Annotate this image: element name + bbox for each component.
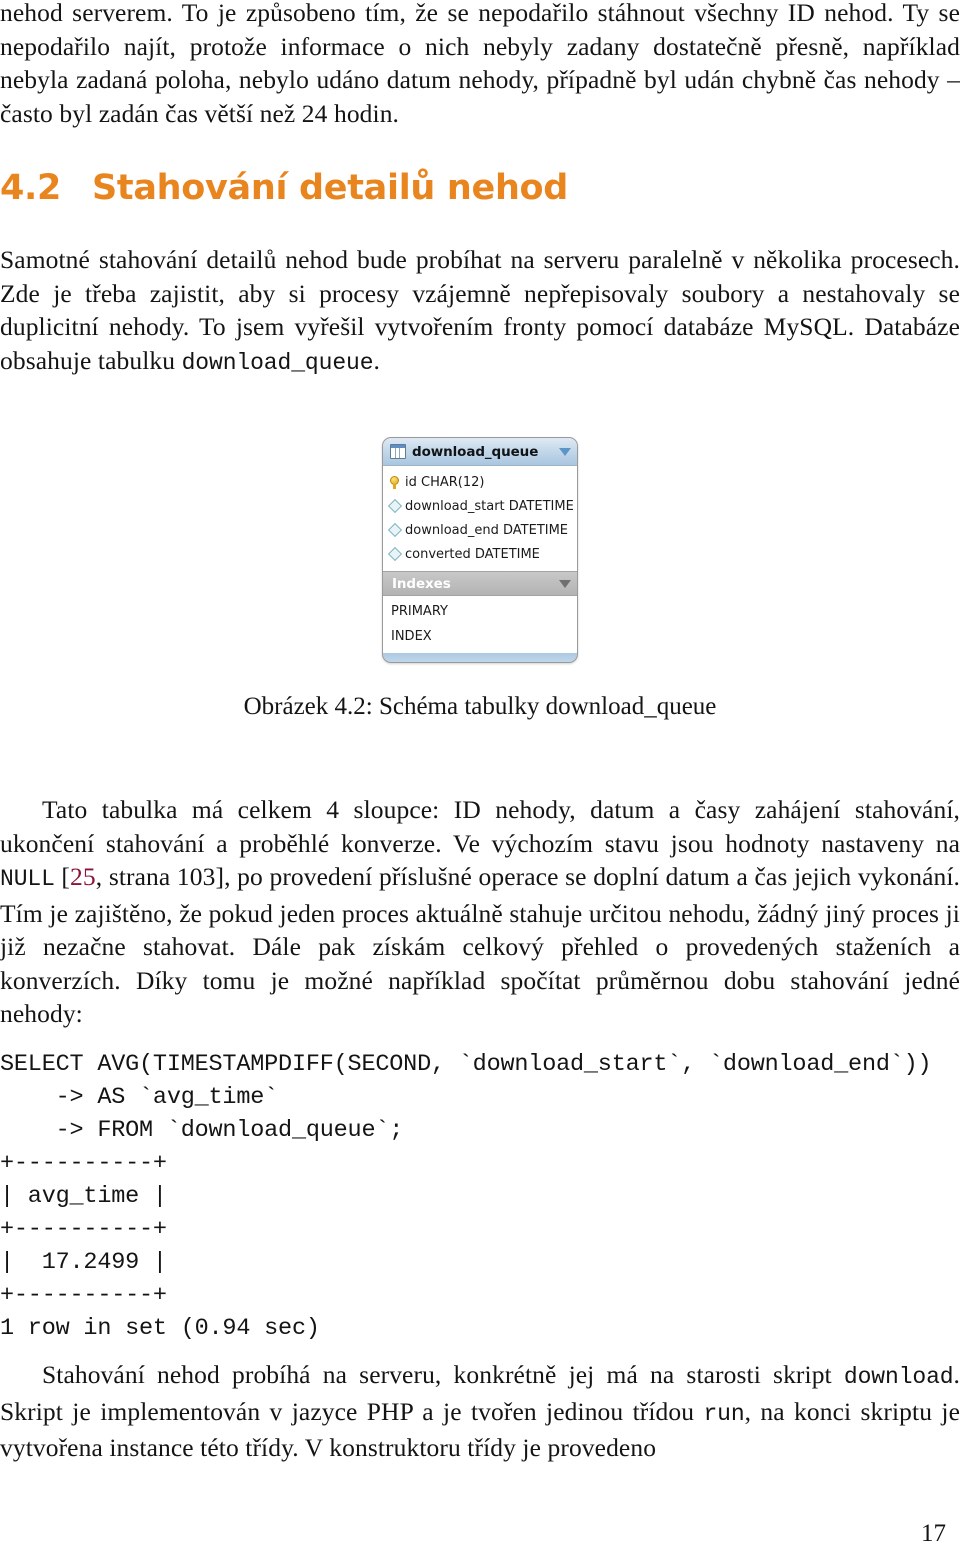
- inline-code-table-name: download_queue: [181, 349, 374, 376]
- db-table-diagram: download_queue id CHAR(12) download_star…: [382, 437, 578, 663]
- db-table-title: download_queue: [412, 443, 539, 460]
- section-number: 4.2: [0, 168, 62, 208]
- db-column-row[interactable]: download_end DATETIME: [383, 518, 577, 542]
- db-column-type: DATETIME: [503, 522, 569, 538]
- db-column-type: CHAR(12): [421, 474, 485, 490]
- paragraph-description: Tato tabulka má celkem 4 sloupce: ID neh…: [0, 793, 960, 1031]
- paragraph-description-text-1: Tato tabulka má celkem 4 sloupce: ID neh…: [0, 795, 960, 858]
- db-column-name: download_end: [405, 522, 499, 538]
- db-column-row[interactable]: download_start DATETIME: [383, 494, 577, 518]
- db-index-list: PRIMARY INDEX: [383, 596, 577, 653]
- paragraph-intro-block: Samotné stahování detailů nehod bude pro…: [0, 243, 960, 380]
- paragraph-outro-text-1: Stahování nehod probíhá na serveru, konk…: [42, 1360, 844, 1389]
- section-title: Stahování detailů nehod: [92, 168, 569, 208]
- db-column-type: DATETIME: [508, 498, 574, 514]
- primary-key-icon: [390, 475, 399, 489]
- db-column-row[interactable]: converted DATETIME: [383, 542, 577, 566]
- column-diamond-icon: [387, 546, 403, 562]
- paragraph-description-block: Tato tabulka má celkem 4 sloupce: ID neh…: [0, 793, 960, 1031]
- section-heading: 4.2 Stahování detailů nehod: [0, 168, 960, 208]
- paragraph-continuation: nehod serverem. To je způsobeno tím, že …: [0, 0, 960, 128]
- paragraph-description-text-2: [: [54, 862, 71, 891]
- paragraph-intro: Samotné stahování detailů nehod bude pro…: [0, 243, 960, 380]
- db-index-row[interactable]: PRIMARY: [383, 599, 577, 624]
- db-column-row[interactable]: id CHAR(12): [383, 470, 577, 494]
- db-index-row[interactable]: INDEX: [383, 624, 577, 649]
- inline-code-null: NULL: [0, 866, 55, 892]
- figure-caption: Obrázek 4.2: Schéma tabulky download_que…: [244, 693, 717, 721]
- page-number: 17: [921, 1520, 946, 1547]
- db-column-name: download_start: [405, 498, 505, 514]
- paragraph-intro-text-2: .: [373, 345, 380, 375]
- inline-code-script-name: download: [843, 1364, 954, 1390]
- paragraph-outro: Stahování nehod probíhá na serveru, konk…: [0, 1358, 960, 1465]
- inline-code-class-name: run: [703, 1400, 745, 1427]
- paragraph-continuation-block: nehod serverem. To je způsobeno tím, že …: [0, 0, 960, 130]
- code-block: SELECT AVG(TIMESTAMPDIFF(SECOND, `downlo…: [0, 1048, 960, 1345]
- db-table-footer: [383, 653, 577, 662]
- table-icon: [390, 444, 406, 459]
- figure-caption-table-name: download_queue: [545, 693, 717, 720]
- sql-console-output: SELECT AVG(TIMESTAMPDIFF(SECOND, `downlo…: [0, 1051, 932, 1342]
- document-page: nehod serverem. To je způsobeno tím, že …: [0, 0, 960, 1560]
- paragraph-description-text-3: , strana 103], po provedení příslušné op…: [0, 862, 960, 1028]
- column-diamond-icon: [387, 522, 403, 538]
- db-indexes-header[interactable]: Indexes: [383, 571, 577, 596]
- chevron-down-icon[interactable]: [559, 447, 571, 456]
- figure-block: download_queue id CHAR(12) download_star…: [0, 437, 960, 721]
- chevron-down-icon[interactable]: [559, 579, 571, 588]
- paragraph-intro-text-1: Samotné stahování detailů nehod bude pro…: [0, 245, 960, 375]
- citation-reference[interactable]: 25: [70, 862, 96, 891]
- figure-caption-prefix: Obrázek 4.2: Schéma tabulky: [243, 693, 546, 720]
- db-table-header[interactable]: download_queue: [383, 438, 577, 466]
- db-column-name: converted: [405, 546, 471, 562]
- paragraph-outro-block: Stahování nehod probíhá na serveru, konk…: [0, 1358, 960, 1465]
- db-indexes-label: Indexes: [392, 575, 451, 592]
- db-column-type: DATETIME: [474, 546, 540, 562]
- column-diamond-icon: [387, 498, 403, 514]
- db-column-list: id CHAR(12) download_start DATETIME down…: [383, 466, 577, 571]
- db-column-name: id: [405, 474, 417, 490]
